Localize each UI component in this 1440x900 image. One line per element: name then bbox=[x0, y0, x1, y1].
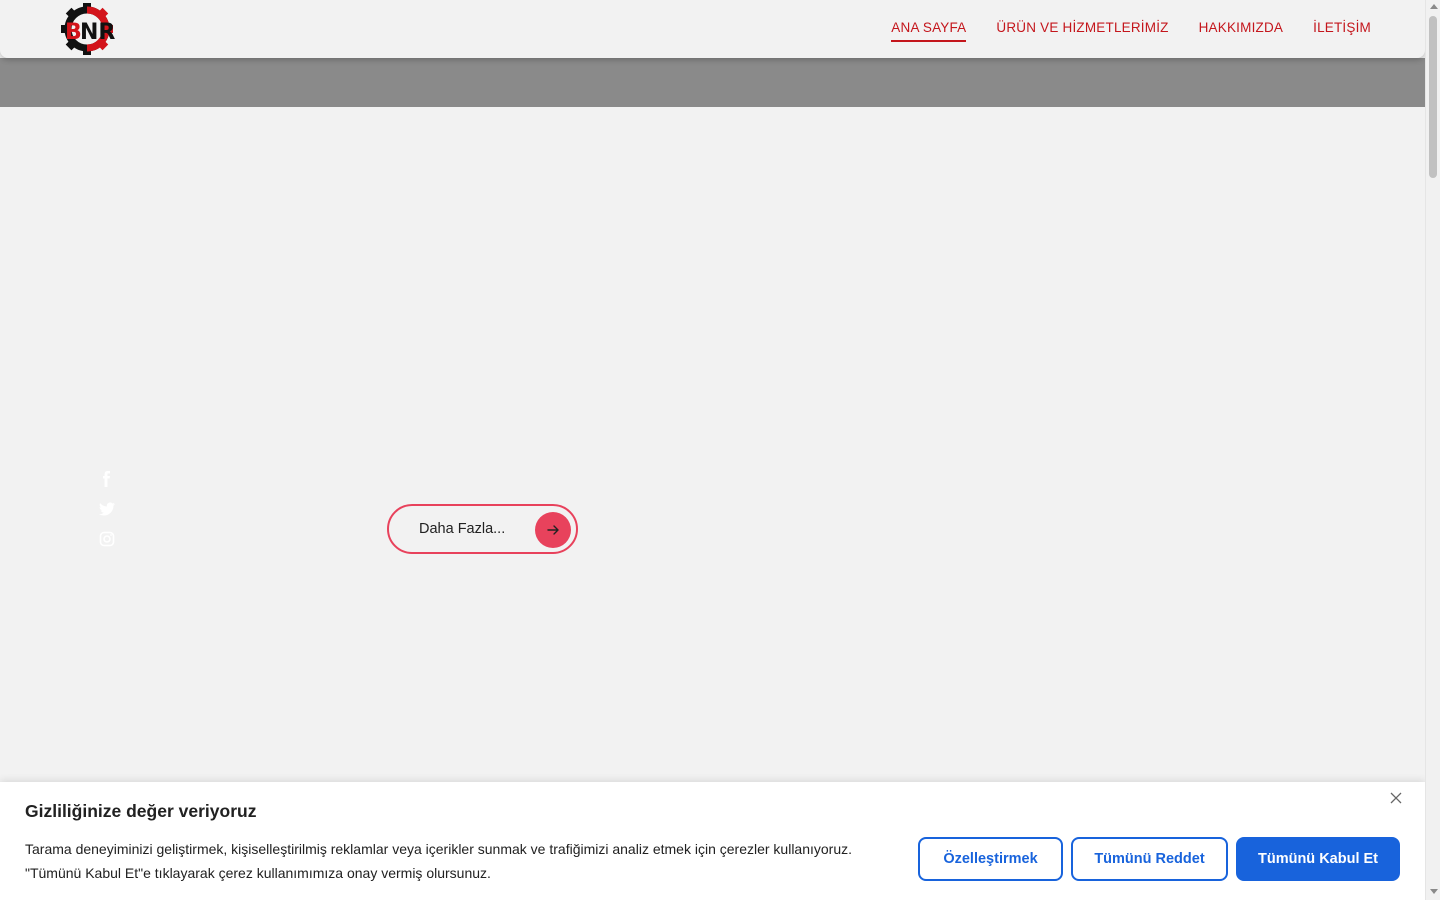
nav-item-contact[interactable]: İLETİŞİM bbox=[1313, 20, 1371, 42]
cookie-description: Tarama deneyiminizi geliştirmek, kişisel… bbox=[25, 837, 885, 885]
twitter-icon[interactable] bbox=[98, 500, 116, 518]
nav-item-home[interactable]: ANA SAYFA bbox=[891, 20, 967, 42]
social-links bbox=[98, 470, 116, 548]
nav-item-products-services[interactable]: ÜRÜN VE HİZMETLERİMİZ bbox=[996, 20, 1168, 42]
main-nav: ANA SAYFA ÜRÜN VE HİZMETLERİMİZ HAKKIMIZ… bbox=[891, 20, 1371, 42]
site-header: B NR ANA SAYFA ÜRÜN VE HİZMETLERİMİZ HAK… bbox=[0, 0, 1425, 58]
close-icon[interactable] bbox=[1389, 792, 1403, 806]
read-more-label: Daha Fazla... bbox=[419, 521, 506, 537]
cookie-title: Gizliliğinize değer veriyoruz bbox=[25, 801, 257, 821]
instagram-icon[interactable] bbox=[98, 530, 116, 548]
logo-letters-nr: NR bbox=[80, 20, 115, 45]
arrow-right-icon bbox=[535, 512, 571, 548]
scroll-down-arrow-icon[interactable] bbox=[1430, 889, 1438, 894]
page-scrollbar[interactable] bbox=[1425, 0, 1440, 900]
read-more-button[interactable]: Daha Fazla... bbox=[387, 504, 578, 554]
hero-banner-strip bbox=[0, 58, 1425, 107]
cookie-description-line-2: "Tümünü Kabul Et"e tıklayarak çerez kull… bbox=[25, 865, 491, 881]
accept-all-button[interactable]: Tümünü Kabul Et bbox=[1236, 837, 1400, 881]
facebook-icon[interactable] bbox=[98, 470, 116, 488]
scrollbar-thumb[interactable] bbox=[1429, 16, 1437, 178]
nav-item-about[interactable]: HAKKIMIZDA bbox=[1199, 20, 1284, 42]
scroll-up-arrow-icon[interactable] bbox=[1430, 4, 1438, 9]
reject-all-button[interactable]: Tümünü Reddet bbox=[1071, 837, 1228, 881]
cookie-description-line-1: Tarama deneyiminizi geliştirmek, kişisel… bbox=[25, 841, 853, 857]
cookie-consent-banner: Gizliliğinize değer veriyoruz Tarama den… bbox=[0, 782, 1425, 900]
customize-button[interactable]: Özelleştirmek bbox=[918, 837, 1063, 881]
brand-logo[interactable]: B NR bbox=[49, 3, 127, 55]
